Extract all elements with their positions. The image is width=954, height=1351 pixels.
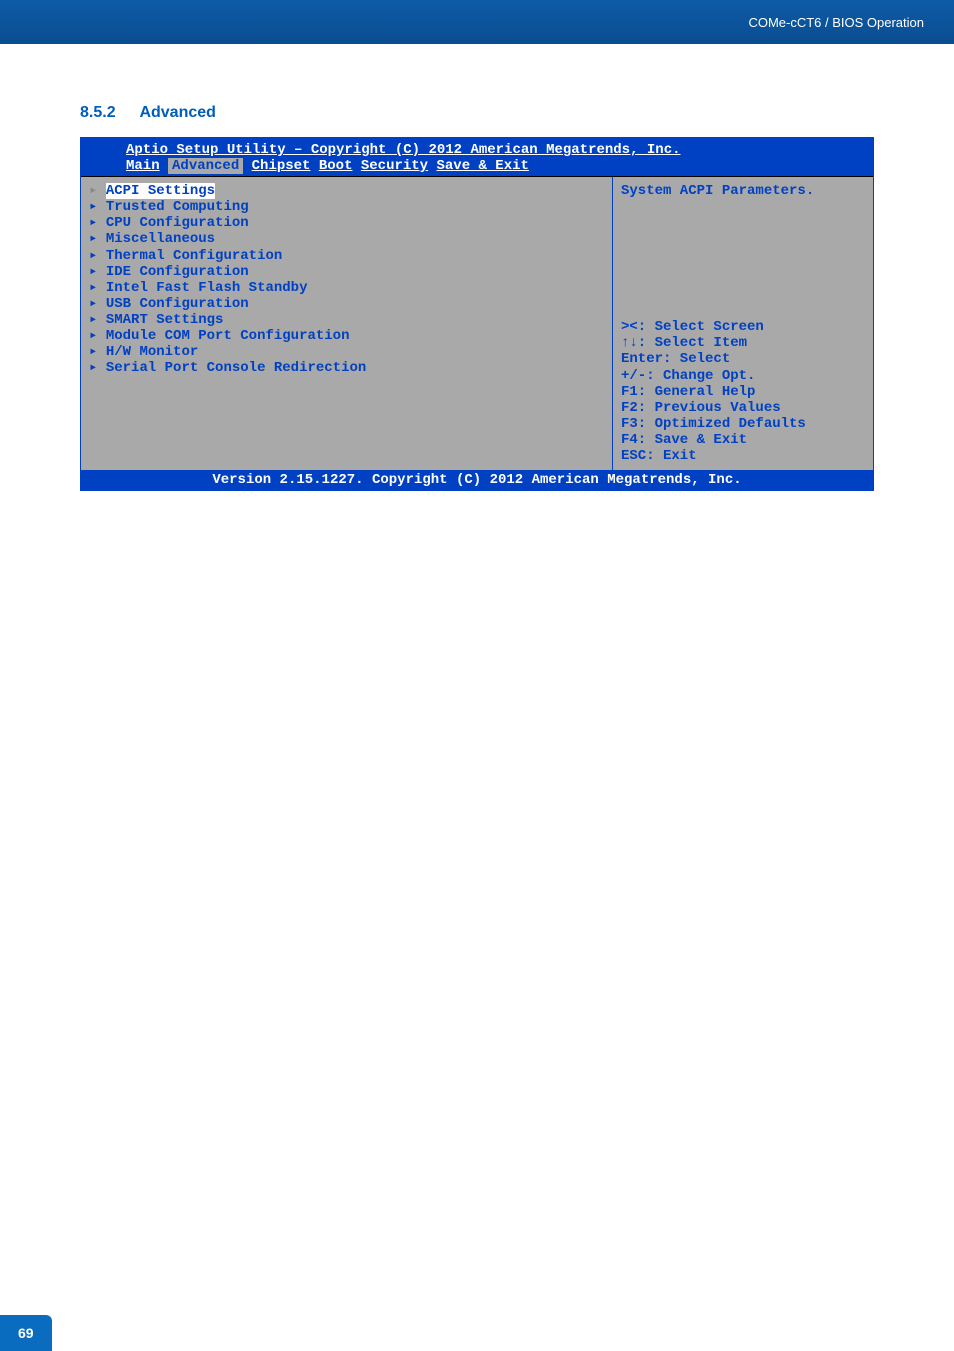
help-description: System ACPI Parameters. <box>621 183 865 199</box>
tab-save-exit[interactable]: Save & Exit <box>437 158 529 174</box>
header-bar: COMe-cCT6 / BIOS Operation <box>0 0 954 44</box>
content-area: 8.5.2 Advanced Aptio Setup Utility – Cop… <box>0 44 954 511</box>
bios-title: Aptio Setup Utility – Copyright (C) 2012… <box>91 142 863 158</box>
menu-row[interactable]: ▸ SMART Settings <box>89 312 604 328</box>
help-panel: System ACPI Parameters. ><: Select Scree… <box>613 177 873 470</box>
menu-row[interactable]: ▸ IDE Configuration <box>89 264 604 280</box>
section-heading: 8.5.2 Advanced <box>80 104 874 122</box>
help-key: ><: Select Screen <box>621 319 865 335</box>
menu-row[interactable]: ▸ Module COM Port Configuration <box>89 328 604 344</box>
help-key: ESC: Exit <box>621 448 865 464</box>
tab-main[interactable]: Main <box>126 158 160 174</box>
menu-row[interactable]: ▸ Miscellaneous <box>89 231 604 247</box>
breadcrumb-text: COMe-cCT6 / BIOS Operation <box>748 15 924 30</box>
help-key: F2: Previous Values <box>621 400 865 416</box>
bios-header: Aptio Setup Utility – Copyright (C) 2012… <box>81 138 873 176</box>
spacer <box>621 199 865 319</box>
bios-tabs: Main Advanced Chipset Boot Security Save… <box>91 158 863 174</box>
menu-row[interactable]: ▸ H/W Monitor <box>89 344 604 360</box>
bios-screenshot: Aptio Setup Utility – Copyright (C) 2012… <box>80 137 874 491</box>
help-key: Enter: Select <box>621 351 865 367</box>
menu-row[interactable]: ▸ Trusted Computing <box>89 199 604 215</box>
menu-row[interactable]: ▸ CPU Configuration <box>89 215 604 231</box>
menu-row[interactable]: ▸ Intel Fast Flash Standby <box>89 280 604 296</box>
tab-boot[interactable]: Boot <box>319 158 353 174</box>
help-key: F1: General Help <box>621 384 865 400</box>
menu-row[interactable]: ▸ Serial Port Console Redirection <box>89 360 604 376</box>
section-number: 8.5.2 <box>80 104 116 121</box>
bios-body: ▸ ACPI Settings ▸ Trusted Computing ▸ CP… <box>81 176 873 470</box>
help-key: F3: Optimized Defaults <box>621 416 865 432</box>
help-key: +/-: Change Opt. <box>621 368 865 384</box>
tab-advanced[interactable]: Advanced <box>168 158 243 174</box>
help-key: ↑↓: Select Item <box>621 335 865 351</box>
menu-panel: ▸ ACPI Settings ▸ Trusted Computing ▸ CP… <box>81 177 613 470</box>
menu-row[interactable]: ▸ USB Configuration <box>89 296 604 312</box>
help-key: F4: Save & Exit <box>621 432 865 448</box>
bios-footer: Version 2.15.1227. Copyright (C) 2012 Am… <box>81 470 873 490</box>
menu-row[interactable]: ▸ Thermal Configuration <box>89 248 604 264</box>
section-title-text: Advanced <box>139 104 215 121</box>
tab-security[interactable]: Security <box>361 158 428 174</box>
page-number: 69 <box>0 1315 52 1351</box>
menu-row-selected[interactable]: ▸ ACPI Settings <box>89 183 604 199</box>
tab-chipset[interactable]: Chipset <box>252 158 311 174</box>
